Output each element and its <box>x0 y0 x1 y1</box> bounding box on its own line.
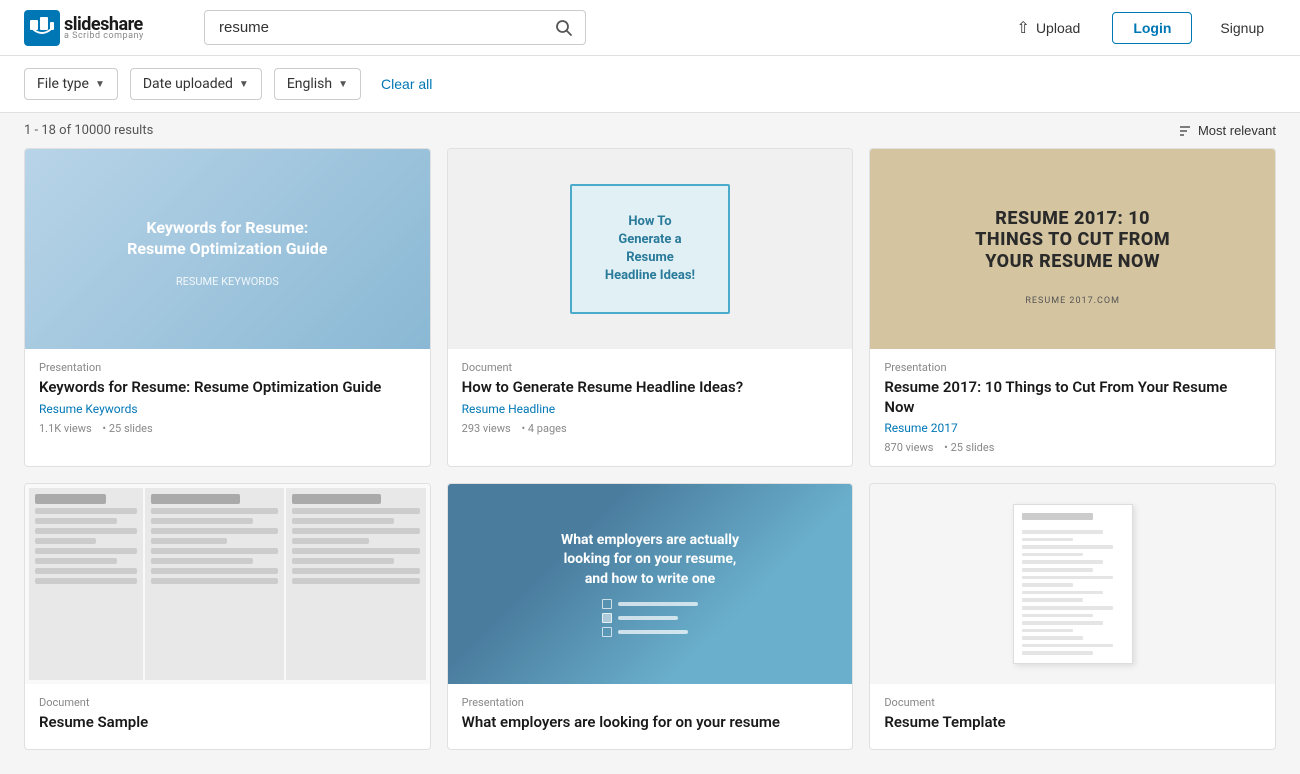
header: slideshare a Scribd company ⇧ Upload Log… <box>0 0 1300 56</box>
upload-icon: ⇧ <box>1017 18 1030 38</box>
signup-button[interactable]: Signup <box>1208 13 1276 43</box>
card-6[interactable]: Document Resume Template <box>869 483 1276 750</box>
language-label: English <box>287 76 332 92</box>
card-5-body: Presentation What employers are looking … <box>448 684 853 749</box>
card-4-thumbnail <box>25 484 430 684</box>
card-3-slides: • 25 slides <box>944 441 994 454</box>
sort-button[interactable]: Most relevant <box>1178 123 1276 138</box>
card-3-title: Resume 2017: 10 Things to Cut From Your … <box>884 378 1261 417</box>
card-6-type: Document <box>884 696 1261 709</box>
card-1-views: 1.1K views <box>39 422 92 435</box>
card-4-title: Resume Sample <box>39 713 416 733</box>
logo-sub: a Scribd company <box>64 31 144 41</box>
search-button[interactable] <box>542 10 586 45</box>
login-button[interactable]: Login <box>1112 12 1192 44</box>
card-2-thumbnail: How ToGenerate aResumeHeadline Ideas! <box>448 149 853 349</box>
card-2-meta: 293 views • 4 pages <box>462 422 839 435</box>
card-6-thumbnail <box>870 484 1275 684</box>
file-type-filter[interactable]: File type ▼ <box>24 68 118 100</box>
card-2-title: How to Generate Resume Headline Ideas? <box>462 378 839 398</box>
card-3-type: Presentation <box>884 361 1261 374</box>
results-summary: 1 - 18 of 10000 results <box>24 123 153 138</box>
date-uploaded-label: Date uploaded <box>143 76 233 92</box>
search-input[interactable] <box>204 10 586 45</box>
card-3-views: 870 views <box>884 441 933 454</box>
card-2-views: 293 views <box>462 422 511 435</box>
card-5-thumbnail: What employers are actuallylooking for o… <box>448 484 853 684</box>
clear-all-button[interactable]: Clear all <box>373 69 440 99</box>
results-bar: 1 - 18 of 10000 results Most relevant <box>0 113 1300 148</box>
file-type-chevron-icon: ▼ <box>95 79 105 90</box>
card-2-pages: • 4 pages <box>521 422 566 435</box>
card-5-type: Presentation <box>462 696 839 709</box>
card-1-author[interactable]: Resume Keywords <box>39 402 416 416</box>
sort-label: Most relevant <box>1198 123 1276 138</box>
search-icon <box>555 19 573 37</box>
card-5-title: What employers are looking for on your r… <box>462 713 839 733</box>
card-1-meta: 1.1K views • 25 slides <box>39 422 416 435</box>
card-1-body: Presentation Keywords for Resume: Resume… <box>25 349 430 447</box>
upload-label: Upload <box>1036 20 1080 36</box>
card-1-title: Keywords for Resume: Resume Optimization… <box>39 378 416 398</box>
card-2[interactable]: How ToGenerate aResumeHeadline Ideas! Do… <box>447 148 854 467</box>
card-6-body: Document Resume Template <box>870 684 1275 749</box>
card-4-body: Document Resume Sample <box>25 684 430 749</box>
card-1[interactable]: Keywords for Resume:Resume Optimization … <box>24 148 431 467</box>
language-chevron-icon: ▼ <box>338 79 348 90</box>
search-bar <box>204 10 586 45</box>
card-6-title: Resume Template <box>884 713 1261 733</box>
card-1-thumbnail: Keywords for Resume:Resume Optimization … <box>25 149 430 349</box>
slideshare-logo-icon <box>24 10 60 46</box>
filter-bar: File type ▼ Date uploaded ▼ English ▼ Cl… <box>0 56 1300 113</box>
card-3-author[interactable]: Resume 2017 <box>884 421 1261 435</box>
card-3[interactable]: RESUME 2017: 10THINGS TO CUT FROMYOUR RE… <box>869 148 1276 467</box>
sort-icon <box>1178 124 1192 138</box>
card-4[interactable]: Document Resume Sample <box>24 483 431 750</box>
card-3-thumbnail: RESUME 2017: 10THINGS TO CUT FROMYOUR RE… <box>870 149 1275 349</box>
card-3-body: Presentation Resume 2017: 10 Things to C… <box>870 349 1275 466</box>
card-5[interactable]: What employers are actuallylooking for o… <box>447 483 854 750</box>
upload-button[interactable]: ⇧ Upload <box>1001 10 1097 46</box>
card-2-body: Document How to Generate Resume Headline… <box>448 349 853 447</box>
card-2-author[interactable]: Resume Headline <box>462 402 839 416</box>
card-1-type: Presentation <box>39 361 416 374</box>
card-1-slides: • 25 slides <box>102 422 152 435</box>
file-type-label: File type <box>37 76 89 92</box>
logo[interactable]: slideshare a Scribd company <box>24 10 164 46</box>
card-3-meta: 870 views • 25 slides <box>884 441 1261 454</box>
date-chevron-icon: ▼ <box>239 79 249 90</box>
card-4-type: Document <box>39 696 416 709</box>
cards-grid: Keywords for Resume:Resume Optimization … <box>0 148 1300 774</box>
date-uploaded-filter[interactable]: Date uploaded ▼ <box>130 68 262 100</box>
language-filter[interactable]: English ▼ <box>274 68 361 100</box>
card-2-type: Document <box>462 361 839 374</box>
